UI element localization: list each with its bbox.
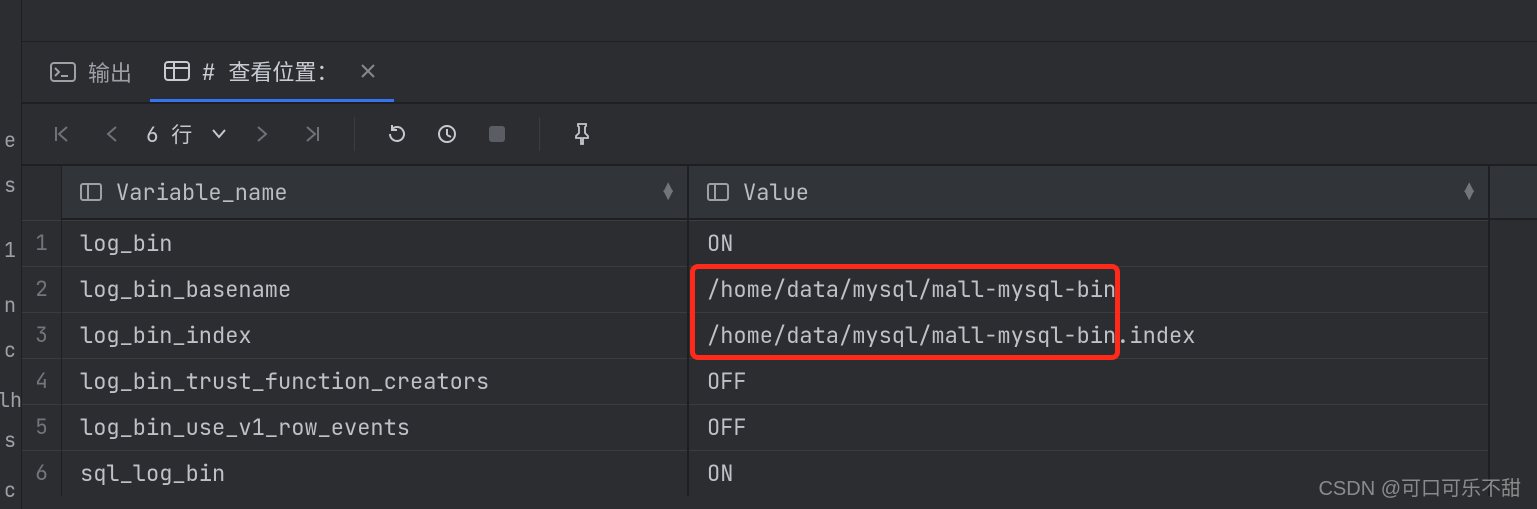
tab-output-label: 输出	[88, 56, 132, 88]
watermark: CSDN @可口可乐不甜	[1318, 472, 1521, 501]
row-number[interactable]: 1	[22, 220, 61, 266]
page-row-count[interactable]: 6 行	[146, 119, 192, 149]
next-page-button[interactable]	[244, 116, 280, 152]
gutter-char: s	[0, 165, 22, 205]
stop-button[interactable]	[479, 116, 515, 152]
cell-variable-name[interactable]: log_bin_basename	[62, 266, 687, 312]
column-header-value[interactable]: Value ▲▼	[689, 166, 1488, 220]
column-type-icon	[707, 183, 729, 201]
gutter-char: c	[0, 470, 22, 509]
gutter-char: n	[0, 285, 22, 325]
history-button[interactable]	[429, 116, 465, 152]
column-header-label: Value	[743, 178, 809, 207]
column-header-variable-name[interactable]: Variable_name ▲▼	[62, 166, 687, 220]
gutter-char: lh	[0, 380, 22, 420]
tab-output[interactable]: 输出	[36, 44, 150, 102]
row-number[interactable]: 2	[22, 266, 61, 312]
row-number[interactable]: 4	[22, 358, 61, 404]
separator	[354, 117, 355, 151]
column-header-label: Variable_name	[116, 178, 288, 207]
gutter-char: e	[0, 120, 22, 160]
column-header-spacer	[1490, 166, 1537, 220]
sort-icon[interactable]: ▲▼	[663, 184, 673, 200]
row-number-gutter: 1 2 3 4 5 6	[22, 166, 62, 496]
tab-query-label: # 查看位置：	[202, 55, 338, 87]
cell-variable-name[interactable]: sql_log_bin	[62, 450, 687, 496]
reload-button[interactable]	[379, 116, 415, 152]
gutter-char: 1	[0, 230, 22, 270]
prev-page-button[interactable]	[94, 116, 130, 152]
cell-variable-name[interactable]: log_bin	[62, 220, 687, 266]
cell-value[interactable]: OFF	[689, 358, 1488, 404]
tabs-bar: 输出 # 查看位置：	[22, 42, 1537, 104]
grid-icon	[164, 58, 190, 84]
gutter-char: s	[0, 420, 22, 460]
results-toolbar: 6 行	[22, 104, 1537, 166]
gutter-char: c	[0, 330, 22, 370]
first-page-button[interactable]	[44, 116, 80, 152]
cell-variable-name[interactable]: log_bin_use_v1_row_events	[62, 404, 687, 450]
left-gutter: e s 1 n c lh s c	[0, 0, 22, 509]
pin-button[interactable]	[564, 116, 600, 152]
sort-icon[interactable]: ▲▼	[1464, 184, 1474, 200]
cell-variable-name[interactable]: log_bin_index	[62, 312, 687, 358]
row-number[interactable]: 6	[22, 450, 61, 496]
close-icon[interactable]	[360, 63, 376, 79]
cell-value[interactable]: /home/data/mysql/mall-mysql-bin.index	[689, 312, 1488, 358]
row-number[interactable]: 5	[22, 404, 61, 450]
cell-value[interactable]: ON	[689, 220, 1488, 266]
cell-value[interactable]: OFF	[689, 404, 1488, 450]
top-gap-bar	[22, 0, 1537, 42]
last-page-button[interactable]	[294, 116, 330, 152]
tab-query[interactable]: # 查看位置：	[150, 44, 394, 102]
row-number[interactable]: 3	[22, 312, 61, 358]
results-table: 1 2 3 4 5 6 Variable_name ▲▼ log_bin log…	[22, 166, 1537, 496]
terminal-icon	[50, 59, 76, 85]
separator	[539, 117, 540, 151]
column-type-icon	[80, 183, 102, 201]
page-dropdown-button[interactable]	[208, 116, 230, 152]
cell-value[interactable]: /home/data/mysql/mall-mysql-bin	[689, 266, 1488, 312]
cell-variable-name[interactable]: log_bin_trust_function_creators	[62, 358, 687, 404]
